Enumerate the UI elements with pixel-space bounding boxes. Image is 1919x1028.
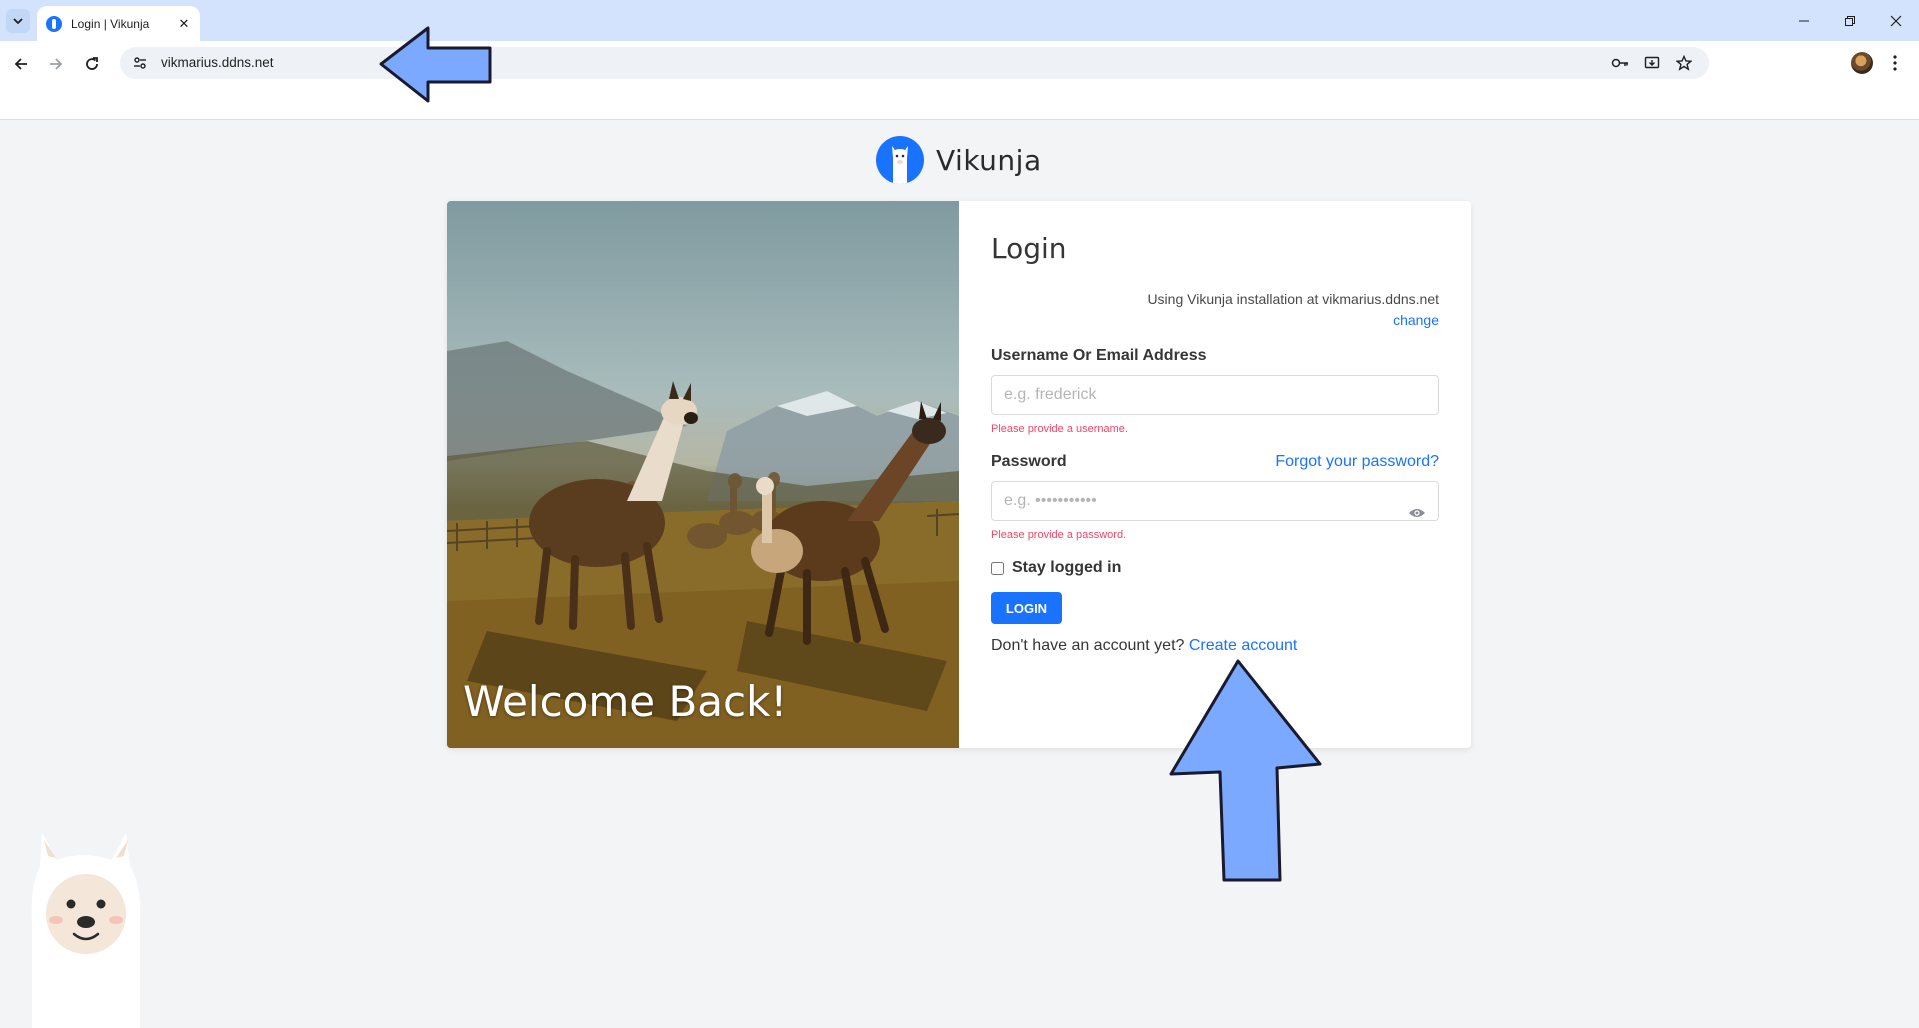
chevron-down-icon bbox=[13, 18, 23, 25]
create-account-link[interactable]: Create account bbox=[1189, 637, 1298, 654]
arrow-left-icon bbox=[14, 58, 27, 70]
browser-toolbar: vikmarius.ddns.net bbox=[0, 41, 1919, 120]
browser-tab-bar: Login | Vikunja ✕ bbox=[0, 0, 1919, 41]
bookmark-star-icon[interactable] bbox=[1674, 53, 1694, 73]
hero-image-llamas: Welcome Back! bbox=[447, 201, 959, 748]
browser-menu-button[interactable] bbox=[1882, 50, 1908, 76]
password-input[interactable] bbox=[991, 481, 1439, 521]
tab-close-icon[interactable]: ✕ bbox=[174, 14, 194, 34]
stay-logged-in-row[interactable]: Stay logged in bbox=[991, 559, 1121, 577]
llama-mascot-illustration bbox=[26, 826, 146, 1028]
llama-logo-icon bbox=[876, 136, 924, 184]
arrow-right-icon bbox=[50, 58, 63, 70]
address-bar[interactable]: vikmarius.ddns.net bbox=[120, 47, 1709, 79]
hero-welcome-text: Welcome Back! bbox=[463, 677, 788, 726]
site-info-button[interactable] bbox=[128, 51, 152, 75]
password-error: Please provide a password. bbox=[991, 529, 1127, 541]
minimize-button[interactable] bbox=[1781, 0, 1827, 41]
tab-title: Login | Vikunja bbox=[71, 16, 150, 31]
tune-icon bbox=[134, 57, 146, 69]
annotation-arrow-up-icon bbox=[1169, 659, 1322, 882]
stay-logged-in-checkbox[interactable] bbox=[991, 561, 1004, 575]
back-button[interactable] bbox=[7, 50, 35, 78]
tab-search-button[interactable] bbox=[6, 9, 30, 33]
reload-icon bbox=[86, 57, 98, 70]
login-button[interactable]: LOGIN bbox=[991, 592, 1062, 624]
vikunja-favicon-icon bbox=[46, 15, 62, 32]
url-text: vikmarius.ddns.net bbox=[161, 55, 274, 70]
stay-logged-in-label: Stay logged in bbox=[1012, 559, 1122, 576]
signup-prompt: Don't have an account yet? Create accoun… bbox=[991, 637, 1297, 655]
password-label: Password bbox=[991, 453, 1067, 470]
close-icon bbox=[1890, 15, 1902, 26]
forgot-password-link[interactable]: Forgot your password? bbox=[1275, 453, 1439, 471]
annotation-arrow-left-icon bbox=[379, 26, 492, 103]
password-key-icon[interactable] bbox=[1610, 53, 1630, 73]
change-installation-link[interactable]: change bbox=[1393, 312, 1439, 328]
install-app-icon[interactable] bbox=[1642, 53, 1662, 73]
username-input[interactable] bbox=[991, 375, 1439, 415]
username-error: Please provide a username. bbox=[991, 423, 1128, 435]
forward-button[interactable] bbox=[42, 50, 70, 78]
profile-avatar[interactable] bbox=[1851, 52, 1873, 74]
minimize-icon bbox=[1799, 20, 1809, 21]
username-label: Username Or Email Address bbox=[991, 347, 1207, 364]
browser-tab[interactable]: Login | Vikunja ✕ bbox=[37, 6, 200, 41]
restore-button[interactable] bbox=[1827, 0, 1873, 41]
brand-name: Vikunja bbox=[936, 143, 1042, 177]
vikunja-logo[interactable]: Vikunja bbox=[876, 136, 1042, 184]
show-password-eye-icon[interactable] bbox=[1407, 503, 1427, 523]
page-title: Login bbox=[991, 232, 1067, 265]
reload-button[interactable] bbox=[78, 50, 106, 78]
window-controls bbox=[1781, 0, 1919, 41]
no-account-text: Don't have an account yet? bbox=[991, 637, 1185, 654]
close-window-button[interactable] bbox=[1873, 0, 1919, 41]
restore-icon bbox=[1845, 15, 1855, 26]
more-vertical-icon bbox=[1893, 55, 1897, 71]
installation-info: Using Vikunja installation at vikmarius.… bbox=[1147, 291, 1439, 307]
